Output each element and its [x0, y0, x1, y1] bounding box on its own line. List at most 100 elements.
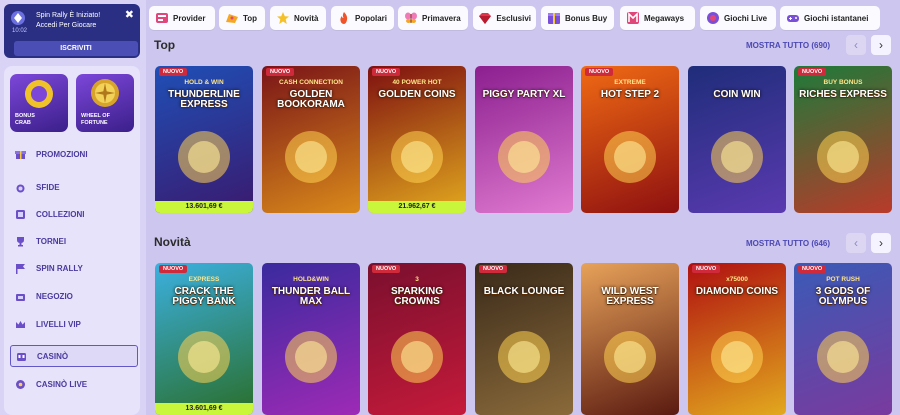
new-badge: NUOVO: [266, 68, 295, 76]
flag-icon: [14, 262, 26, 274]
jackpot-amount: 21.962,67 €: [368, 201, 466, 213]
game-card[interactable]: COIN WIN: [688, 66, 786, 213]
game-title: HOT STEP 2: [600, 89, 660, 100]
next-arrow-icon[interactable]: ›: [871, 35, 891, 55]
category-novita[interactable]: Novità: [270, 6, 326, 30]
wheel-icon: [91, 79, 119, 107]
category-label: Giochi istantanei: [804, 13, 869, 23]
sidebar-item-casino-live[interactable]: CASINÒ LIVE: [10, 373, 138, 395]
category-label: Bonus Buy: [565, 13, 608, 23]
star-icon: [275, 11, 290, 26]
category-provider[interactable]: Provider: [149, 6, 215, 30]
category-label: Popolari: [355, 13, 388, 23]
category-giochi-live[interactable]: Giochi Live: [700, 6, 776, 30]
prev-arrow-icon[interactable]: ‹: [846, 233, 866, 253]
sidebar-item-collezioni[interactable]: COLLEZIONI: [10, 203, 138, 225]
game-card[interactable]: WILD WEST EXPRESS: [581, 263, 679, 415]
megaways-icon: [625, 11, 640, 26]
game-card[interactable]: NUOVO POT RUSH 3 GODS OF OLYMPUS: [794, 263, 892, 415]
category-label: Megaways: [644, 13, 685, 23]
category-esclusivi[interactable]: Esclusivi: [473, 6, 536, 30]
gamepad-icon: [785, 11, 800, 26]
sidebar-item-promozioni[interactable]: PROMOZIONI: [10, 143, 138, 165]
game-card[interactable]: NUOVO BLACK LOUNGE: [475, 263, 573, 415]
subscribe-button[interactable]: ISCRIVITI: [14, 41, 138, 56]
medal-icon: [14, 181, 26, 193]
game-title: DIAMOND COINS: [695, 286, 779, 297]
new-badge: NUOVO: [692, 265, 721, 273]
collection-icon: [14, 208, 26, 220]
show-all-novita-link[interactable]: MOSTRA TUTTO (646): [746, 239, 830, 248]
new-badge: NUOVO: [585, 68, 614, 76]
sidebar-item-label: COLLEZIONI: [36, 209, 85, 219]
new-badge: NUOVO: [479, 265, 508, 273]
game-card[interactable]: NUOVO EXPRESS CRACK THE PIGGY BANK 13.601,6…: [155, 263, 253, 415]
new-badge: NUOVO: [798, 68, 827, 76]
game-card[interactable]: NUOVO x75000 DIAMOND COINS: [688, 263, 786, 415]
jackpot-amount: 13.601,69 €: [155, 201, 253, 213]
gem-icon: [478, 11, 492, 26]
game-title: RICHES EXPRESS: [799, 89, 887, 100]
next-arrow-icon[interactable]: ›: [871, 233, 891, 253]
close-icon[interactable]: ✖: [125, 10, 134, 21]
game-card[interactable]: NUOVO 3 SPARKING CROWNS: [368, 263, 466, 415]
new-badge: NUOVO: [372, 265, 401, 273]
jackpot-amount: 13.601,69 €: [155, 403, 253, 415]
sidebar-item-sfide[interactable]: SFIDE: [10, 176, 138, 198]
sidebar-item-label: LIVELLI VIP: [36, 319, 81, 329]
bonus-crab-tile[interactable]: BONUS CRAB: [10, 74, 68, 132]
game-title: GOLDEN COINS: [378, 89, 456, 100]
prev-arrow-icon[interactable]: ‹: [846, 35, 866, 55]
category-label: Primavera: [422, 13, 461, 23]
category-label: Novità: [294, 13, 319, 23]
game-title: COIN WIN: [713, 89, 761, 100]
category-primavera[interactable]: Primavera: [398, 6, 468, 30]
category-top[interactable]: Top: [219, 6, 265, 30]
category-giochi-istantanei[interactable]: Giochi istantanei: [780, 6, 880, 30]
game-title: BLACK LOUNGE: [483, 286, 565, 297]
gift-icon: [14, 148, 26, 160]
section-title-top: Top: [154, 38, 176, 52]
game-title: WILD WEST EXPRESS: [601, 286, 659, 307]
sidebar-item-livelli-vip[interactable]: LIVELLI VIP: [10, 313, 138, 335]
game-subtitle: BUY BONUS: [823, 79, 863, 86]
game-subtitle: POT RUSH: [826, 276, 860, 283]
provider-icon: [154, 11, 169, 26]
wheel-label-2: FORTUNE: [81, 120, 108, 126]
sidebar-item-spin-rally[interactable]: SPIN RALLY: [10, 257, 138, 279]
wheel-of-fortune-tile[interactable]: WHEEL OF FORTUNE: [76, 74, 134, 132]
show-all-top-link[interactable]: MOSTRA TUTTO (690): [746, 41, 830, 50]
game-card[interactable]: HOLD&WIN THUNDER BALL MAX: [262, 263, 360, 415]
notification-time: 10:02: [12, 28, 28, 34]
sidebar-item-casino[interactable]: CASINÒ: [10, 345, 138, 367]
category-megaways[interactable]: Megaways: [620, 6, 695, 30]
new-badge: NUOVO: [159, 265, 188, 273]
live-icon: [14, 378, 26, 390]
category-bonus-buy[interactable]: Bonus Buy: [541, 6, 614, 30]
game-title: 3 GODS OF OLYMPUS: [815, 286, 871, 307]
game-card[interactable]: NUOVO HOLD & WIN THUNDERLINE EXPRESS 13.601…: [155, 66, 253, 213]
live-games-icon: [705, 11, 720, 26]
bonus-crab-label-2: CRAB: [15, 120, 31, 126]
sidebar-item-tornei[interactable]: TORNEI: [10, 230, 138, 252]
spin-rally-notification: 10:02 Spin Rally È Iniziato! Accedi Per …: [4, 4, 140, 58]
game-subtitle: HOLD&WIN: [293, 276, 329, 283]
new-badge: NUOVO: [372, 68, 401, 76]
game-subtitle: 3: [415, 276, 419, 283]
sidebar-item-label: CASINÒ LIVE: [36, 379, 88, 389]
game-title: THUNDER BALL MAX: [271, 286, 351, 307]
game-card[interactable]: PIGGY PARTY XL: [475, 66, 573, 213]
game-card[interactable]: NUOVO EXTREME HOT STEP 2: [581, 66, 679, 213]
crown-icon: [14, 318, 26, 330]
game-card[interactable]: NUOVO CASH CONNECTION GOLDEN BOOKORAMA: [262, 66, 360, 213]
sidebar-item-label: NEGOZIO: [36, 291, 73, 301]
game-card[interactable]: NUOVO BUY BONUS RICHES EXPRESS: [794, 66, 892, 213]
sidebar-item-negozio[interactable]: NEGOZIO: [10, 285, 138, 307]
game-subtitle: CASH CONNECTION: [279, 79, 343, 86]
category-popolari[interactable]: Popolari: [331, 6, 394, 30]
game-card[interactable]: NUOVO 40 POWER HOT GOLDEN COINS 21.962,67 €: [368, 66, 466, 213]
bonus-crab-label-1: BONUS: [15, 113, 35, 119]
sidebar-item-label: TORNEI: [36, 236, 67, 246]
sidebar-item-label: SPIN RALLY: [36, 263, 83, 273]
game-subtitle: EXTREME: [614, 79, 646, 86]
